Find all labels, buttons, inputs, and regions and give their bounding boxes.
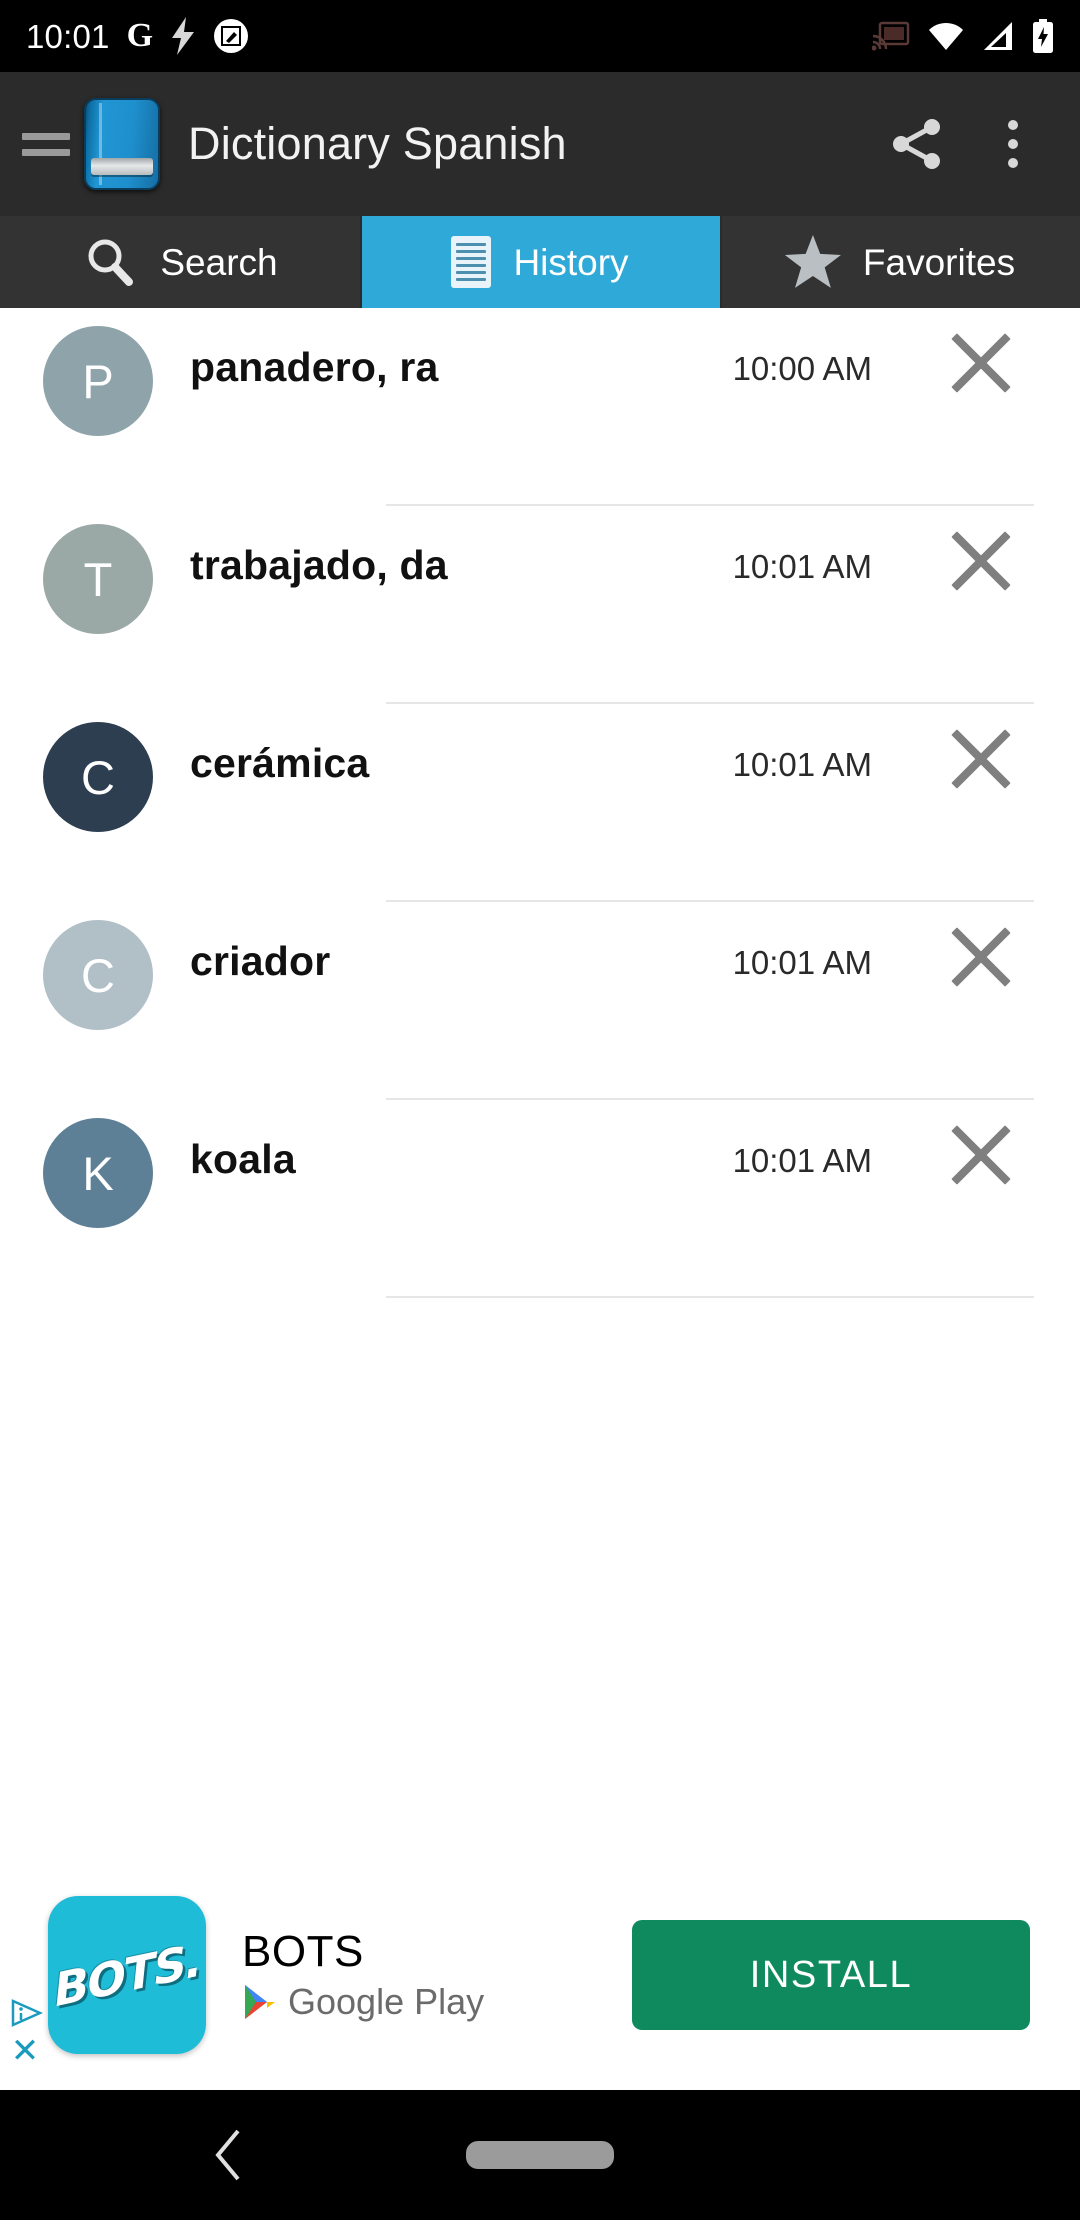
search-icon	[88, 239, 134, 286]
avatar: C	[43, 722, 153, 832]
status-bar: 10:01 G	[0, 0, 1080, 72]
ad-app-logo-text: BOTS.	[51, 1931, 203, 2019]
wifi-icon	[929, 22, 963, 50]
history-time: 10:01 AM	[732, 746, 872, 783]
row-divider	[386, 1296, 1034, 1298]
history-time: 10:01 AM	[732, 548, 872, 585]
history-time: 10:00 AM	[732, 350, 872, 387]
history-time: 10:01 AM	[732, 1142, 872, 1179]
history-row-body: criador 10:01 AM	[190, 902, 1080, 1100]
install-button[interactable]: INSTALL	[632, 1920, 1030, 2030]
history-list: Ppanadero, ra 10:00 AM Ttrabajado, da 10:01…	[0, 308, 1080, 1853]
history-row[interactable]: Kkoala 10:01 AM	[0, 1100, 1080, 1298]
tab-favorites-label: Favorites	[862, 241, 1016, 283]
tab-search[interactable]: Search	[0, 216, 360, 308]
page-title: Dictionary Spanish	[188, 118, 567, 169]
history-row-body: trabajado, da 10:01 AM	[190, 506, 1080, 704]
lightning-bolt-icon	[172, 17, 195, 55]
delete-entry-button[interactable]	[944, 326, 1018, 400]
status-bar-right	[872, 19, 1054, 53]
delete-entry-button[interactable]	[944, 524, 1018, 598]
history-row-body: cerámica 10:01 AM	[190, 704, 1080, 902]
screenshot-edit-icon	[214, 19, 249, 53]
ad-store-row: Google Play	[242, 1981, 484, 2023]
ad-app-icon: BOTS.	[48, 1896, 206, 2054]
cellular-signal-icon	[984, 22, 1012, 50]
overflow-menu-button[interactable]	[978, 109, 1048, 179]
tab-history[interactable]: History	[360, 216, 720, 308]
blue-book-icon	[84, 98, 160, 190]
phone-screen: 10:01 G Dictionary Spanish Search Histor…	[0, 0, 1080, 2220]
kebab-dot	[1008, 139, 1018, 149]
share-button[interactable]	[882, 109, 952, 179]
tab-search-label: Search	[160, 241, 278, 283]
kebab-dot	[1008, 158, 1018, 168]
history-row[interactable]: Ccerámica 10:01 AM	[0, 704, 1080, 902]
history-row[interactable]: Ttrabajado, da 10:01 AM	[0, 506, 1080, 704]
navigation-bar	[0, 2090, 1080, 2220]
avatar: K	[43, 1118, 153, 1228]
history-row[interactable]: Ppanadero, ra 10:00 AM	[0, 308, 1080, 506]
delete-entry-button[interactable]	[944, 1118, 1018, 1192]
app-bar-actions	[882, 109, 1058, 179]
adchoices-icon[interactable]	[7, 1998, 43, 2028]
status-bar-left: 10:01 G	[26, 17, 249, 55]
tab-bar: Search History Favorites	[0, 216, 1080, 308]
adchoices-controls[interactable]: ✕	[4, 1998, 46, 2068]
history-time: 10:01 AM	[732, 944, 872, 981]
home-pill-icon[interactable]	[466, 2141, 614, 2169]
app-bar: Dictionary Spanish	[0, 72, 1080, 216]
tab-divider	[720, 216, 722, 308]
delete-entry-button[interactable]	[944, 920, 1018, 994]
history-word: panadero, ra	[190, 344, 439, 390]
history-row-body: panadero, ra 10:00 AM	[190, 308, 1080, 506]
ad-close-button[interactable]: ✕	[11, 2034, 40, 2068]
star-icon	[784, 235, 841, 288]
ad-text-block: BOTS Google Play	[242, 1927, 484, 2023]
history-list-icon	[451, 236, 492, 288]
tab-favorites[interactable]: Favorites	[720, 216, 1080, 308]
ad-banner[interactable]: ✕ BOTS. BOTS Google Play INSTALL	[0, 1860, 1080, 2090]
battery-charging-icon	[1033, 19, 1053, 53]
avatar: T	[43, 524, 153, 634]
avatar: C	[43, 920, 153, 1030]
history-word: trabajado, da	[190, 542, 448, 588]
google-g-icon: G	[126, 17, 154, 54]
hamburger-menu-icon[interactable]	[22, 132, 70, 156]
history-word: criador	[190, 938, 331, 984]
history-word: cerámica	[190, 740, 370, 786]
back-chevron-icon[interactable]	[205, 2125, 255, 2185]
tab-history-label: History	[513, 241, 629, 283]
history-row-body: koala 10:01 AM	[190, 1100, 1080, 1298]
hamburger-line	[22, 132, 70, 140]
share-icon	[893, 119, 940, 169]
ad-title: BOTS	[242, 1927, 364, 1976]
cast-icon	[872, 21, 910, 51]
tab-divider	[360, 216, 362, 308]
more-vertical-icon	[1008, 120, 1018, 168]
kebab-dot	[1008, 120, 1018, 130]
history-word: koala	[190, 1136, 296, 1182]
avatar: P	[43, 326, 153, 436]
status-bar-clock: 10:01	[26, 17, 110, 55]
delete-entry-button[interactable]	[944, 722, 1018, 796]
history-row[interactable]: Ccriador 10:01 AM	[0, 902, 1080, 1100]
google-play-icon	[245, 1985, 275, 2019]
ad-store-name: Google Play	[288, 1981, 485, 2022]
hamburger-line	[22, 148, 70, 156]
